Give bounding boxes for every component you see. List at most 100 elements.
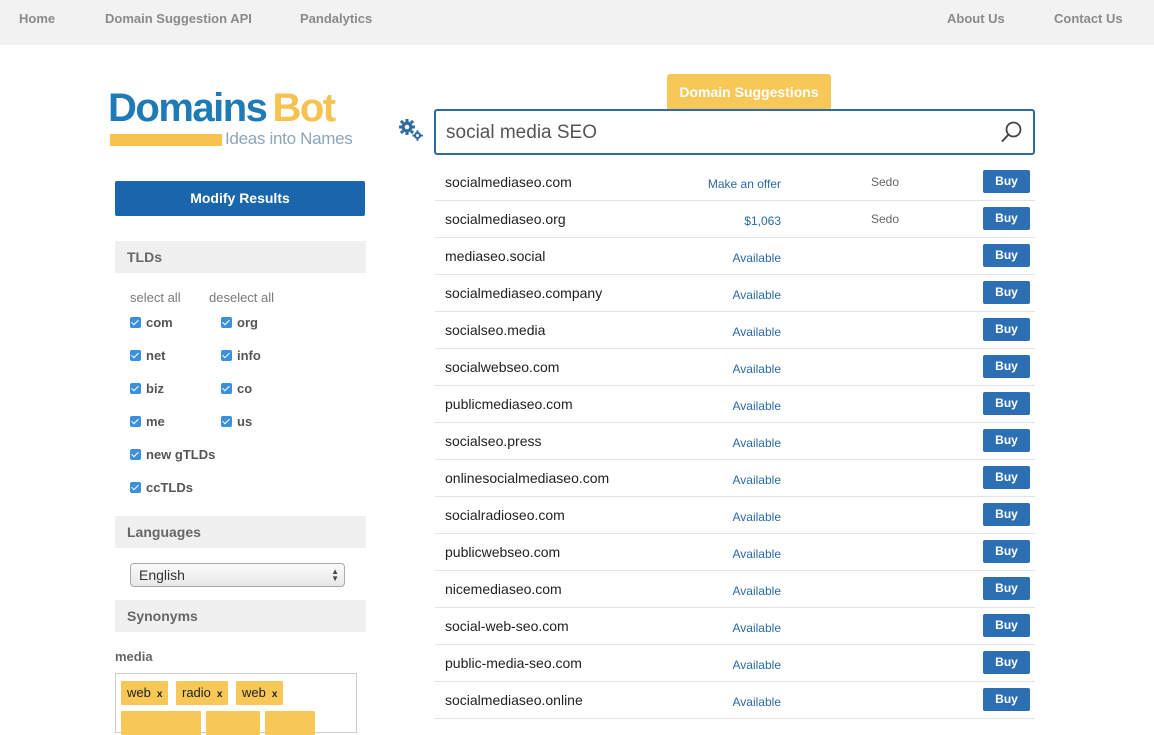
tld-label: info [237, 348, 261, 363]
results-list: socialmediaseo.com Make an offer Sedo Buy so… [435, 164, 1035, 719]
tld-checkbox-org[interactable]: org [221, 315, 258, 330]
marketplace-label: Sedo [871, 175, 900, 189]
buy-button[interactable]: Buy [983, 614, 1030, 637]
domain-name: socialseo.media [445, 322, 546, 338]
checkbox-checked-icon[interactable] [221, 317, 232, 328]
checkbox-checked-icon[interactable] [221, 383, 232, 394]
domain-status[interactable]: Available [733, 288, 781, 302]
domain-status[interactable]: $1,063 [744, 214, 781, 228]
domain-name: socialseo.press [445, 433, 542, 449]
checkbox-checked-icon[interactable] [221, 350, 232, 361]
nav-pandalytics[interactable]: Pandalytics [300, 11, 372, 26]
buy-button[interactable]: Buy [983, 540, 1030, 563]
nav-domain-suggestion-api[interactable]: Domain Suggestion API [105, 11, 252, 26]
nav-about-us[interactable]: About Us [947, 11, 1005, 26]
select-all-link[interactable]: select all [130, 290, 181, 305]
synonym-tag-label: web [242, 685, 266, 700]
domain-status[interactable]: Available [733, 658, 781, 672]
nav-home[interactable]: Home [19, 11, 55, 26]
domain-status[interactable]: Available [733, 362, 781, 376]
domain-status[interactable]: Available [733, 473, 781, 487]
synonym-tag-partial[interactable] [121, 711, 201, 735]
nav-contact-us[interactable]: Contact Us [1054, 11, 1123, 26]
domain-status[interactable]: Available [733, 547, 781, 561]
synonym-tag[interactable]: web x [236, 681, 284, 705]
tld-label: org [237, 315, 258, 330]
domain-status[interactable]: Available [733, 399, 781, 413]
deselect-all-link[interactable]: deselect all [209, 290, 274, 305]
buy-button[interactable]: Buy [983, 577, 1030, 600]
table-row: mediaseo.social Available Buy [435, 238, 1035, 275]
domain-status[interactable]: Available [733, 436, 781, 450]
checkbox-checked-icon[interactable] [221, 416, 232, 427]
buy-button[interactable]: Buy [983, 355, 1030, 378]
synonym-tag[interactable]: web x [121, 681, 169, 705]
checkbox-checked-icon[interactable] [130, 416, 141, 427]
buy-button[interactable]: Buy [983, 429, 1030, 452]
synonyms-section-header[interactable]: Synonyms [115, 600, 366, 632]
checkbox-checked-icon[interactable] [130, 383, 141, 394]
domain-name: socialwebseo.com [445, 359, 560, 375]
search-input[interactable] [446, 119, 986, 147]
search-icon[interactable] [1000, 120, 1024, 144]
tlds-section-header[interactable]: TLDs [115, 241, 366, 273]
modify-results-button[interactable]: Modify Results [115, 181, 365, 216]
domain-status[interactable]: Available [733, 510, 781, 524]
buy-button[interactable]: Buy [983, 392, 1030, 415]
tld-checkbox-biz[interactable]: biz [130, 381, 164, 396]
domain-name: socialmediaseo.online [445, 692, 583, 708]
remove-tag-icon[interactable]: x [272, 689, 278, 700]
logo-underline [110, 134, 222, 146]
tld-label: net [146, 348, 166, 363]
synonym-tag-partial[interactable] [265, 711, 315, 735]
tld-checkbox-me[interactable]: me [130, 414, 165, 429]
buy-button[interactable]: Buy [983, 651, 1030, 674]
checkbox-checked-icon[interactable] [130, 482, 141, 493]
checkbox-checked-icon[interactable] [130, 317, 141, 328]
buy-button[interactable]: Buy [983, 170, 1030, 193]
buy-button[interactable]: Buy [983, 244, 1030, 267]
settings-gears-icon[interactable] [398, 118, 424, 142]
domain-status[interactable]: Make an offer [708, 177, 781, 191]
buy-button[interactable]: Buy [983, 466, 1030, 489]
tld-label: new gTLDs [146, 447, 216, 462]
domain-status[interactable]: Available [733, 325, 781, 339]
tab-domain-suggestions[interactable]: Domain Suggestions [667, 74, 831, 110]
logo[interactable]: Domains Bot Ideas into Names [108, 86, 363, 150]
remove-tag-icon[interactable]: x [217, 689, 223, 700]
tld-checkbox-co[interactable]: co [221, 381, 252, 396]
table-row: social-web-seo.com Available Buy [435, 608, 1035, 645]
buy-button[interactable]: Buy [983, 318, 1030, 341]
tld-checkbox-cctlds[interactable]: ccTLDs [130, 480, 193, 495]
tld-checkbox-us[interactable]: us [221, 414, 252, 429]
table-row: nicemediaseo.com Available Buy [435, 571, 1035, 608]
buy-button[interactable]: Buy [983, 281, 1030, 304]
select-arrows-icon: ▲ ▼ [331, 567, 339, 583]
table-row: socialseo.press Available Buy [435, 423, 1035, 460]
buy-button[interactable]: Buy [983, 207, 1030, 230]
tld-checkbox-net[interactable]: net [130, 348, 166, 363]
domain-name: public-media-seo.com [445, 655, 582, 671]
synonym-tags-box: web x radio x web x [115, 673, 357, 735]
logo-word-bot: Bot [272, 86, 336, 130]
buy-button[interactable]: Buy [983, 688, 1030, 711]
checkbox-checked-icon[interactable] [130, 449, 141, 460]
buy-button[interactable]: Buy [983, 503, 1030, 526]
synonym-tag-partial[interactable] [206, 711, 260, 735]
tld-checkbox-com[interactable]: com [130, 315, 173, 330]
languages-section-header[interactable]: Languages [115, 516, 366, 548]
tld-label: biz [146, 381, 165, 396]
synonym-tag[interactable]: radio x [176, 681, 229, 705]
domain-status[interactable]: Available [733, 584, 781, 598]
synonym-tag-label: web [127, 685, 151, 700]
tld-checkbox-info[interactable]: info [221, 348, 261, 363]
checkbox-checked-icon[interactable] [130, 350, 141, 361]
remove-tag-icon[interactable]: x [157, 689, 163, 700]
language-select[interactable]: English ▲ ▼ [130, 563, 345, 587]
domain-status[interactable]: Available [733, 251, 781, 265]
tld-checkbox-new-gtlds[interactable]: new gTLDs [130, 447, 215, 462]
domain-name: publicmediaseo.com [445, 396, 573, 412]
table-row: socialseo.media Available Buy [435, 312, 1035, 349]
domain-status[interactable]: Available [733, 621, 781, 635]
domain-status[interactable]: Available [733, 695, 781, 709]
